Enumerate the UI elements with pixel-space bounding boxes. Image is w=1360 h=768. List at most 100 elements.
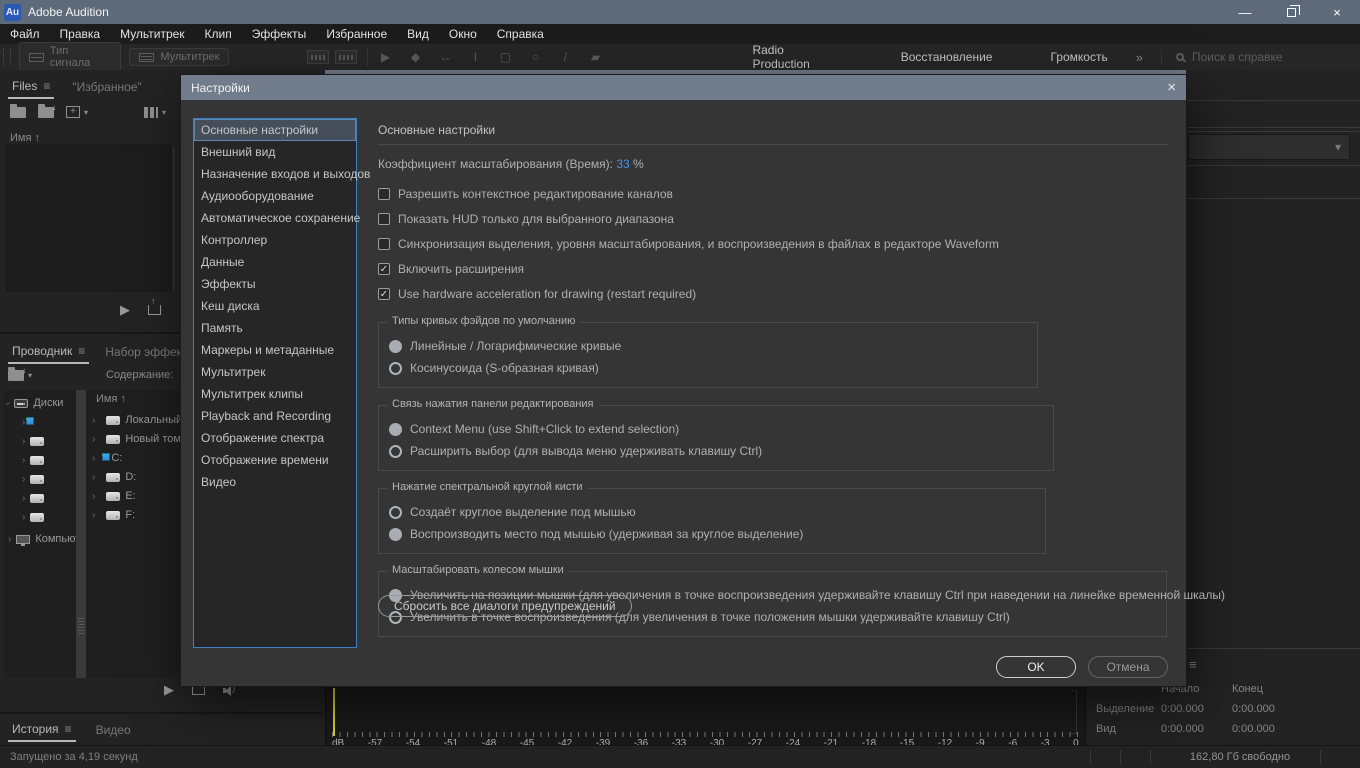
panel-menu-icon[interactable]: ≡ (65, 722, 72, 736)
import-icon[interactable] (8, 370, 24, 381)
radio-option[interactable]: Воспроизводить место под мышью (удержива… (389, 523, 1045, 545)
speaker-icon[interactable]: ) (223, 685, 239, 696)
radio-option[interactable]: Косинусоида (S-образная кривая) (389, 357, 1037, 379)
caret-down-icon[interactable]: ▾ (162, 108, 166, 117)
chevron-right-icon[interactable]: › (22, 436, 25, 447)
open-file-icon[interactable] (10, 107, 26, 118)
tree-scrollbar[interactable] (76, 390, 86, 678)
view-start-value[interactable]: 0:00.000 (1161, 723, 1204, 735)
move-tool-icon[interactable]: ▶ (378, 50, 392, 64)
category-item-multitrack[interactable]: Мультитрек (194, 361, 356, 383)
files-list-empty[interactable] (6, 144, 172, 292)
menu-clip[interactable]: Клип (195, 27, 242, 41)
radio-option[interactable]: Линейные / Логарифмические кривые (389, 335, 1037, 357)
radio-unselected[interactable] (389, 362, 402, 375)
checkbox-checked[interactable] (378, 263, 390, 275)
radio-unselected[interactable] (389, 506, 402, 519)
playhead-marker[interactable] (333, 688, 335, 736)
export-icon[interactable] (192, 685, 205, 695)
selection-end-value[interactable]: 0:00.000 (1232, 703, 1275, 715)
radio-option[interactable]: Расширить выбор (для вывода меню удержив… (389, 440, 1053, 462)
category-item-control-surface[interactable]: Контроллер (194, 229, 356, 251)
tree-drive-row[interactable]: › (22, 508, 76, 526)
menu-effects[interactable]: Эффекты (242, 27, 317, 41)
chevron-right-icon[interactable]: › (92, 510, 95, 521)
workspace-overflow-icon[interactable]: » (1136, 50, 1143, 65)
caret-down-icon[interactable]: ▾ (28, 371, 32, 380)
tab-favorites[interactable]: "Избранное" (68, 75, 145, 99)
tree-drive-row[interactable]: › (22, 413, 76, 431)
tab-video[interactable]: Видео (92, 718, 135, 742)
tab-history[interactable]: История ≡ (8, 718, 76, 742)
chevron-right-icon[interactable]: › (92, 415, 95, 426)
editor-dropdown-partial[interactable]: ▾ (1188, 134, 1350, 160)
chevron-right-icon[interactable]: › (92, 434, 95, 445)
marquee-tool-icon[interactable]: I (468, 50, 482, 64)
eraser-tool-icon[interactable]: ▰ (588, 50, 602, 64)
import-files-icon[interactable] (38, 107, 54, 118)
category-item-effects[interactable]: Эффекты (194, 273, 356, 295)
waveform-display-icon[interactable] (335, 50, 357, 64)
tab-explorer[interactable]: Проводник ≡ (8, 340, 89, 364)
menu-favorites[interactable]: Избранное (316, 27, 397, 41)
category-item-video[interactable]: Видео (194, 471, 356, 493)
category-item-data[interactable]: Данные (194, 251, 356, 273)
checkbox-unchecked[interactable] (378, 213, 390, 225)
tree-drive-row[interactable]: › (22, 432, 76, 450)
time-selection-tool-icon[interactable]: ↔ (438, 50, 452, 64)
radio-selected[interactable] (389, 340, 402, 353)
panel-menu-icon[interactable]: ≡ (43, 79, 50, 93)
checkbox-row[interactable]: Синхронизация выделения, уровня масштаби… (378, 237, 1168, 251)
dialog-titlebar[interactable]: Настройки × (181, 75, 1186, 100)
ok-button[interactable]: OK (996, 656, 1076, 678)
files-name-header[interactable]: Имя ↑ (10, 132, 40, 144)
chevron-right-icon[interactable]: › (22, 417, 25, 428)
checkbox-unchecked[interactable] (378, 188, 390, 200)
radio-unselected[interactable] (389, 445, 402, 458)
checkbox-row[interactable]: Use hardware acceleration for drawing (r… (378, 287, 1168, 301)
spectral-display-icon[interactable] (307, 50, 329, 64)
multitrack-view-button[interactable]: Мультитрек (129, 48, 229, 66)
tree-computer-row[interactable]: › Компьютер (8, 530, 76, 548)
view-end-value[interactable]: 0:00.000 (1232, 723, 1275, 735)
chevron-right-icon[interactable]: › (8, 534, 11, 545)
category-item-general[interactable]: Основные настройки (194, 119, 356, 141)
checkbox-unchecked[interactable] (378, 238, 390, 250)
toolbar-grip[interactable] (3, 48, 11, 66)
cancel-button[interactable]: Отмена (1088, 656, 1168, 678)
radio-selected[interactable] (389, 423, 402, 436)
chevron-right-icon[interactable]: › (22, 493, 25, 504)
menu-help[interactable]: Справка (487, 27, 554, 41)
category-item-audio-hardware[interactable]: Аудиооборудование (194, 185, 356, 207)
checkbox-checked[interactable] (378, 288, 390, 300)
zoom-factor-value[interactable]: 33 (616, 157, 629, 171)
tree-drive-row[interactable]: › (22, 451, 76, 469)
category-item-channel-mapping[interactable]: Назначение входов и выходов (194, 163, 356, 185)
files-scrollbar[interactable] (172, 146, 175, 290)
chevron-right-icon[interactable]: › (92, 453, 95, 464)
batch-process-icon[interactable] (144, 107, 158, 118)
menu-multitrack[interactable]: Мультитрек (110, 27, 194, 41)
export-icon[interactable] (148, 305, 161, 315)
workspace-loudness[interactable]: Громкость (1050, 50, 1107, 64)
workspace-radio-production[interactable]: Radio Production (752, 43, 842, 71)
category-item-appearance[interactable]: Внешний вид (194, 141, 356, 163)
radio-option[interactable]: Создаёт круглое выделение под мышью (389, 501, 1045, 523)
razor-tool-icon[interactable]: ◆ (408, 50, 422, 64)
selection-start-value[interactable]: 0:00.000 (1161, 703, 1204, 715)
checkbox-row[interactable]: Включить расширения (378, 262, 1168, 276)
category-item-time-display[interactable]: Отображение времени (194, 449, 356, 471)
reset-warnings-button[interactable]: Сбросить все диалоги предупреждений (378, 595, 632, 617)
category-item-playback-recording[interactable]: Playback and Recording (194, 405, 356, 427)
minimize-button[interactable]: — (1222, 0, 1268, 24)
chevron-right-icon[interactable]: › (22, 474, 25, 485)
category-item-spectral-display[interactable]: Отображение спектра (194, 427, 356, 449)
chevron-right-icon[interactable]: › (22, 455, 25, 466)
category-item-memory[interactable]: Память (194, 317, 356, 339)
radio-selected[interactable] (389, 528, 402, 541)
menu-view[interactable]: Вид (397, 27, 439, 41)
workspace-restoration[interactable]: Восстановление (901, 50, 993, 64)
category-item-multitrack-clips[interactable]: Мультитрек клипы (194, 383, 356, 405)
rectangle-selection-tool-icon[interactable]: ▢ (498, 50, 512, 64)
play-icon[interactable]: ▶ (120, 302, 130, 318)
